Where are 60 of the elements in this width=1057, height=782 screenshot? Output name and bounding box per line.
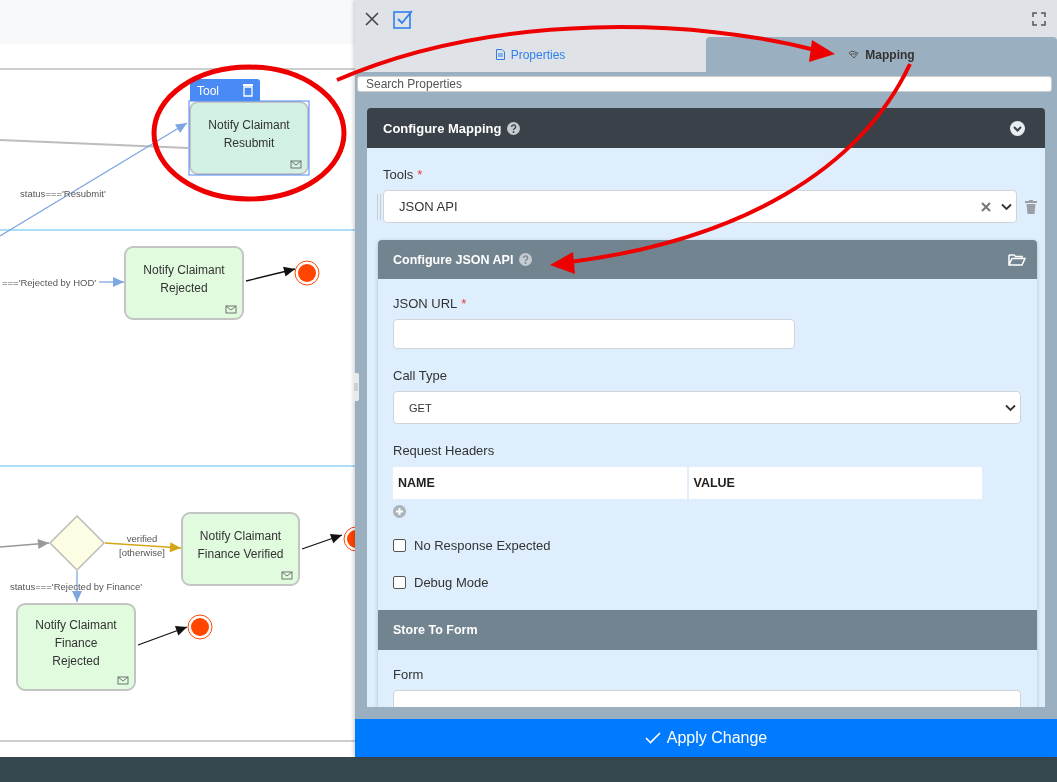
- field-label: Form: [393, 666, 424, 684]
- node-label: Notify Claimant Finance Verified: [197, 529, 284, 561]
- connector-arrow: [0, 538, 50, 549]
- edge-label: [otherwise]: [119, 547, 165, 558]
- search-field[interactable]: Search Properties: [357, 76, 1052, 92]
- expand-icon[interactable]: [1032, 11, 1046, 26]
- connector-arrow: [301, 533, 343, 550]
- edge-label: ==='Rejected by HOD': [2, 277, 97, 288]
- field-label: JSON URL: [393, 295, 458, 313]
- section-header: Store To Form: [378, 610, 1037, 650]
- resize-handle-icon[interactable]: [353, 373, 359, 401]
- node-label: Notify Claimant Rejected: [143, 263, 225, 295]
- folder-icon[interactable]: [1008, 252, 1026, 267]
- tab[interactable]: Mapping: [706, 37, 1057, 72]
- checkbox[interactable]: [393, 575, 406, 589]
- field-label: Tools: [383, 166, 414, 184]
- card-title: Configure JSON API: [393, 252, 514, 267]
- checkmark-icon: [644, 732, 661, 744]
- column-header: VALUE: [688, 467, 982, 499]
- envelope-icon: [225, 305, 237, 314]
- connector-arrow: [137, 626, 188, 646]
- card-header[interactable]: Configure Mapping: [367, 108, 1045, 148]
- envelope-icon: [117, 676, 129, 685]
- help-icon: [519, 253, 533, 266]
- trash-icon[interactable]: [1025, 199, 1037, 214]
- close-icon[interactable]: [365, 11, 379, 26]
- checkbox-icon[interactable]: [393, 8, 413, 29]
- apply-button[interactable]: Apply Change: [355, 719, 1057, 757]
- help-icon: [507, 121, 521, 135]
- checkbox-label: No Response Expected: [414, 537, 551, 553]
- chevron-down-icon[interactable]: [1010, 120, 1025, 136]
- envelope-icon: [281, 571, 293, 580]
- dropdown[interactable]: GET: [393, 391, 1021, 424]
- field-label: Request Headers: [393, 442, 495, 460]
- chevron-down-icon: [1005, 403, 1016, 412]
- required-mark: *: [461, 295, 467, 313]
- edge-label: status==='Rejected by Finance': [9, 581, 143, 592]
- drag-handle-icon[interactable]: [377, 193, 381, 220]
- node-label: Notify Claimant Resubmit: [208, 118, 290, 150]
- connector-arrow: [245, 266, 296, 282]
- card-header[interactable]: Configure JSON API: [378, 240, 1037, 279]
- card-title: Configure Mapping: [383, 120, 502, 136]
- trash-icon[interactable]: [243, 84, 253, 97]
- checkbox-label: Debug Mode: [414, 574, 489, 590]
- add-icon[interactable]: [393, 505, 406, 518]
- chevron-down-icon: [1001, 202, 1012, 211]
- node-toolbar: [190, 79, 260, 101]
- checkbox[interactable]: [393, 538, 406, 552]
- field-label: Call Type: [393, 367, 447, 385]
- envelope-icon: [290, 160, 302, 169]
- column-header: NAME: [393, 467, 687, 499]
- text-field[interactable]: [393, 319, 795, 349]
- toolbar-label: Tool: [197, 84, 219, 98]
- clear-icon[interactable]: [981, 201, 991, 212]
- edge-label: verified: [126, 533, 158, 544]
- tools-select[interactable]: JSON API: [383, 190, 1017, 223]
- document-icon: [495, 49, 505, 60]
- required-mark: *: [417, 166, 423, 184]
- node-label: Notify Claimant Finance Rejected: [35, 618, 117, 668]
- connector-arrow: [98, 277, 125, 287]
